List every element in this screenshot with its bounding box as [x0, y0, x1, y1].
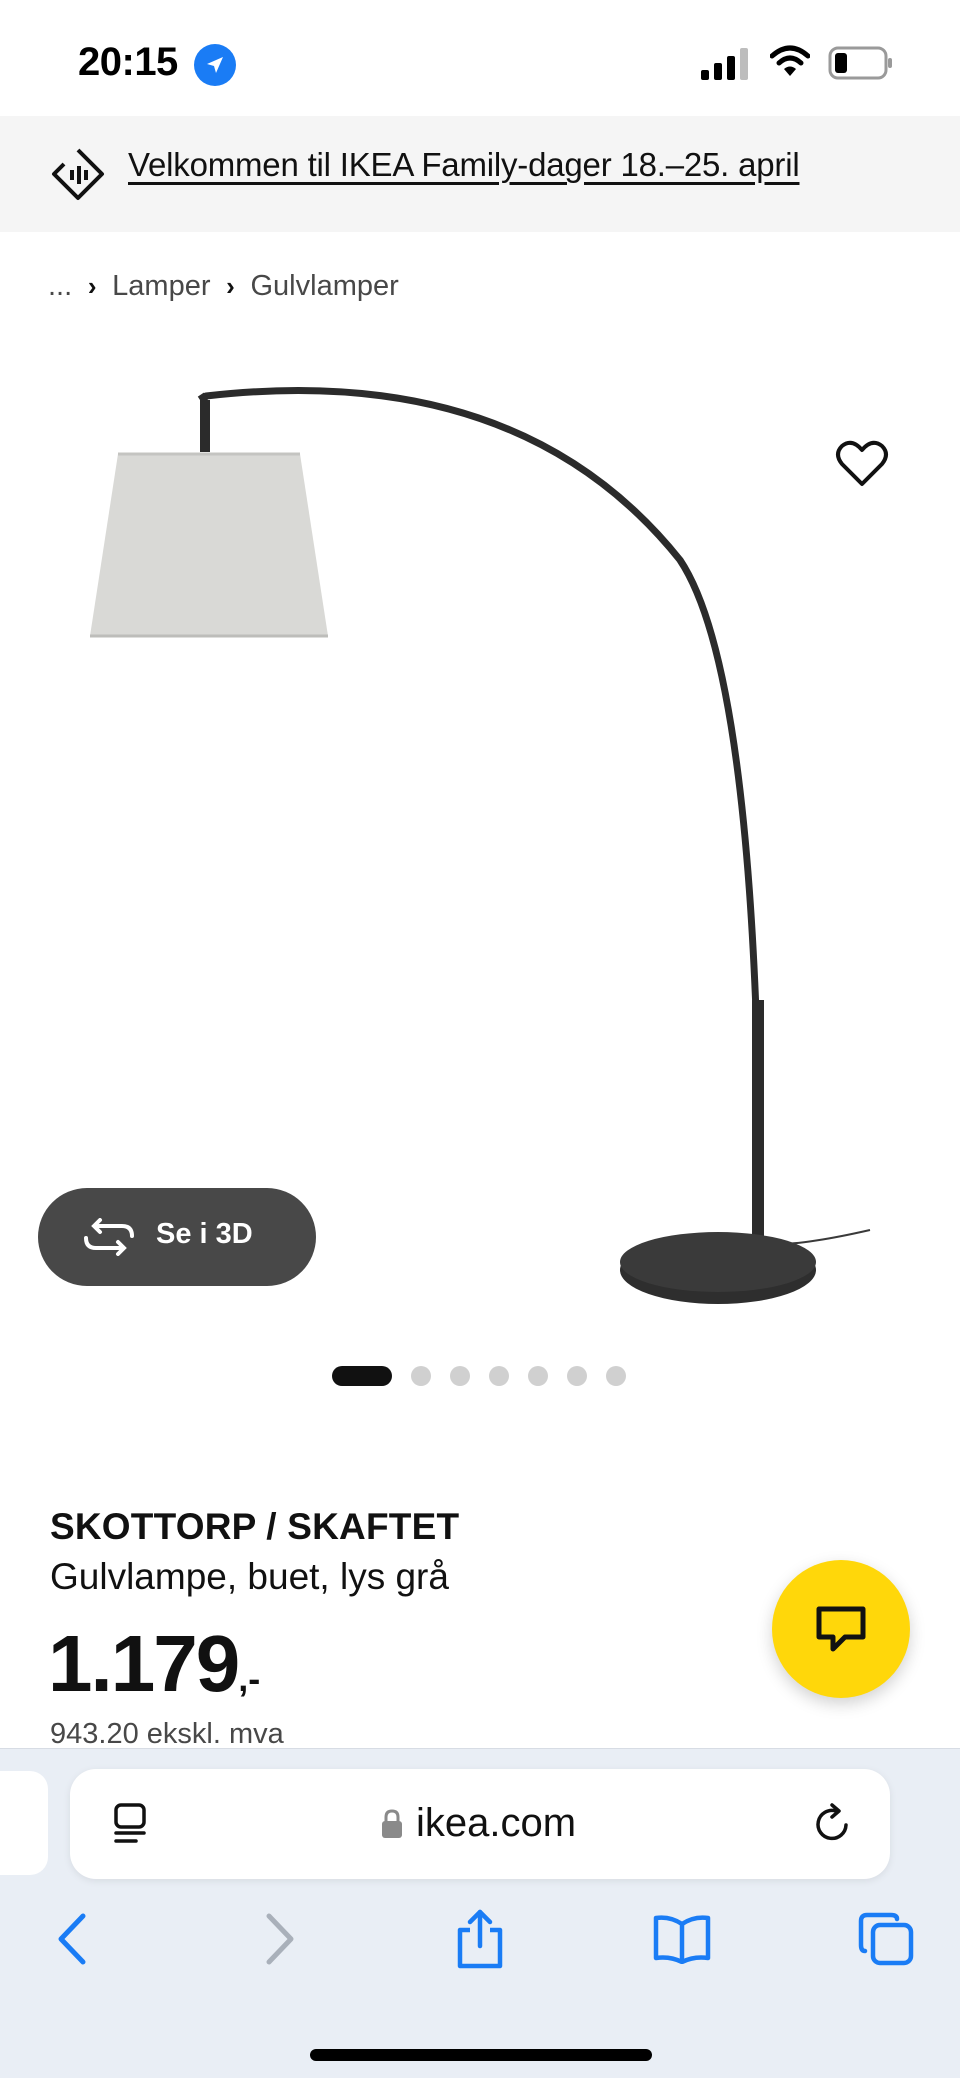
chat-button[interactable]	[772, 1560, 910, 1698]
price-ex-vat: 943.20 ekskl. mva	[50, 1718, 284, 1750]
price-value: 1.179	[48, 1619, 240, 1708]
share-button[interactable]	[450, 1907, 510, 1971]
wifi-icon	[770, 45, 810, 76]
status-time: 20:15	[78, 40, 178, 84]
breadcrumb-ellipsis[interactable]: ...	[48, 270, 72, 303]
back-button[interactable]	[42, 1907, 102, 1971]
status-bar: 20:15	[0, 0, 960, 116]
location-arrow-icon	[194, 44, 236, 86]
home-indicator[interactable]	[310, 2049, 652, 2061]
carousel-dot-active[interactable]	[332, 1366, 392, 1386]
breadcrumb: ... › Lamper › Gulvlamper	[48, 266, 399, 306]
forward-button[interactable]	[250, 1907, 310, 1971]
carousel-dot[interactable]	[528, 1366, 548, 1386]
rotate-3d-icon	[84, 1218, 134, 1256]
chevron-right-icon: ›	[226, 270, 235, 301]
carousel-dot[interactable]	[411, 1366, 431, 1386]
product-price: 1.179,-	[48, 1618, 260, 1710]
promo-banner[interactable]: Velkommen til IKEA Family-dager 18.–25. …	[0, 116, 960, 232]
carousel-dot[interactable]	[567, 1366, 587, 1386]
forward-icon	[266, 1913, 294, 1965]
browser-toolbar: ikea.com	[0, 1748, 960, 2078]
tabs-button[interactable]	[856, 1907, 916, 1971]
bookmarks-icon	[653, 1915, 711, 1964]
carousel-dot[interactable]	[606, 1366, 626, 1386]
view-3d-button[interactable]: Se i 3D	[38, 1188, 316, 1286]
reload-icon[interactable]	[812, 1803, 854, 1845]
share-icon	[457, 1909, 503, 1969]
view-3d-label: Se i 3D	[156, 1218, 253, 1250]
product-name: SKOTTORP / SKAFTET	[50, 1506, 460, 1547]
chevron-right-icon: ›	[87, 270, 97, 301]
bookmarks-button[interactable]	[652, 1907, 712, 1971]
heart-icon[interactable]	[834, 438, 890, 490]
battery-icon	[828, 46, 892, 80]
ikea-family-tag-icon	[52, 148, 104, 200]
carousel-dots	[332, 1364, 645, 1388]
price-suffix: ,-	[238, 1658, 261, 1699]
breadcrumb-gulvlamper[interactable]: Gulvlamper	[251, 270, 399, 303]
product-description: Gulvlampe, buet, lys grå	[50, 1556, 449, 1597]
product-image[interactable]	[0, 340, 960, 1330]
tabs-icon	[858, 1912, 914, 1966]
breadcrumb-lamper[interactable]: Lamper	[112, 270, 210, 303]
carousel-dot[interactable]	[489, 1366, 509, 1386]
cellular-signal-icon	[701, 48, 748, 80]
reader-icon[interactable]	[110, 1803, 150, 1845]
back-icon	[58, 1913, 86, 1965]
url-text: ikea.com	[416, 1801, 577, 1845]
chat-bubble-icon	[816, 1606, 866, 1652]
lock-icon	[382, 1809, 402, 1838]
address-bar[interactable]: ikea.com	[70, 1769, 890, 1879]
previous-tab-peek[interactable]	[0, 1771, 48, 1875]
carousel-dot[interactable]	[450, 1366, 470, 1386]
promo-link[interactable]: Velkommen til IKEA Family-dager 18.–25. …	[128, 146, 800, 184]
